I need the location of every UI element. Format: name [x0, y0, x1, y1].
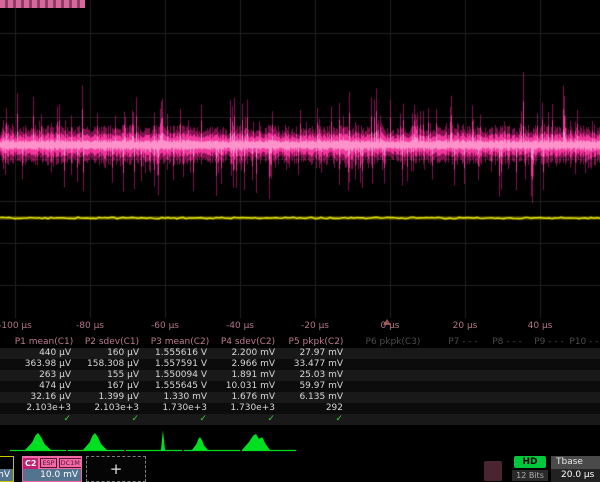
time-axis-label: -40 µs: [226, 321, 254, 331]
param-header-inactive[interactable]: P6 pkpk(C3): [358, 337, 428, 348]
status-check-icon: ✓: [146, 414, 207, 425]
channel-descriptor-c2[interactable]: C2 ESP DC1M 10.0 mV: [22, 456, 82, 482]
param-header-p1[interactable]: P1 mean(C1): [10, 337, 78, 348]
param-header-p5[interactable]: P5 pkpk(C2): [282, 337, 350, 348]
stat-value: 2.200 mV: [214, 348, 275, 359]
bit-depth-label: 12 Bits: [512, 470, 548, 481]
histicon-p5[interactable]: [242, 434, 296, 451]
status-check-icon: ✓: [214, 414, 275, 425]
add-channel-button[interactable]: +: [86, 456, 146, 482]
stat-value: 440 µV: [10, 348, 71, 359]
stat-value: 2.103e+3: [78, 403, 139, 414]
timebase-label: Tbase: [551, 456, 600, 469]
stat-value: 167 µV: [78, 381, 139, 392]
stat-value: 10.031 mV: [214, 381, 275, 392]
stat-value: 27.97 mV: [282, 348, 343, 359]
stat-value: 1.557591 V: [146, 359, 207, 370]
time-axis-label: 20 µs: [453, 321, 478, 331]
stat-value: 292: [282, 403, 343, 414]
histicon-p4[interactable]: [184, 437, 240, 451]
status-check-icon: ✓: [10, 414, 71, 425]
histicon-p3[interactable]: [126, 430, 182, 451]
stat-value: 1.730e+3: [214, 403, 275, 414]
measure-histicons: [0, 427, 600, 454]
stat-value: 59.97 mV: [282, 381, 343, 392]
param-header-p4[interactable]: P4 sdev(C2): [214, 337, 282, 348]
channel-c2-scale: 10.0 mV: [23, 469, 81, 481]
time-axis-label: -20 µs: [301, 321, 329, 331]
time-axis-label: -100 µs: [0, 321, 32, 331]
status-check-icon: ✓: [78, 414, 139, 425]
channel-c2-coupling-chip: DC1M: [59, 458, 81, 468]
stat-value: 155 µV: [78, 370, 139, 381]
stat-value: 1.550094 V: [146, 370, 207, 381]
oscilloscope-screen: { "header": { "partial_label": "" }, "tr…: [0, 0, 600, 480]
stat-value: 33.477 mV: [282, 359, 343, 370]
time-axis-label: 40 µs: [528, 321, 553, 331]
stat-value: 32.16 µV: [10, 392, 71, 403]
stat-value: 1.555616 V: [146, 348, 207, 359]
stat-value: 160 µV: [78, 348, 139, 359]
param-header-p3[interactable]: P3 mean(C2): [146, 337, 214, 348]
channel-c1-scale: 10.0 mV: [0, 469, 13, 481]
stat-value: 474 µV: [10, 381, 71, 392]
histicons-svg: [0, 427, 600, 454]
time-axis: -100 µs -80 µs -60 µs -40 µs -20 µs 0 µs 20 µs…: [0, 318, 600, 337]
status-check-icon: ✓: [282, 414, 343, 425]
histicon-p1[interactable]: [10, 433, 66, 451]
time-axis-label: -60 µs: [151, 321, 179, 331]
stat-value: 2.966 mV: [214, 359, 275, 370]
stat-value: 263 µV: [10, 370, 71, 381]
timebase-value: 20.0 µs: [551, 469, 600, 482]
hd-mode-badge[interactable]: HD: [514, 456, 546, 468]
channel-descriptor-c1[interactable]: C1 DC1M 10.0 mV: [0, 456, 14, 482]
descriptor-bar: C1 DC1M 10.0 mV C2 ESP DC1M 10.0 mV + HD…: [0, 455, 600, 480]
time-axis-label: -80 µs: [76, 321, 104, 331]
top-left-partial-label[interactable]: [0, 0, 85, 8]
param-header-inactive[interactable]: P: [592, 337, 600, 348]
stat-value: 2.103e+3: [10, 403, 71, 414]
partial-trigger-box[interactable]: [484, 461, 502, 481]
timebase-box[interactable]: Tbase 20.0 µs: [551, 456, 600, 482]
stat-value: 158.308 µV: [78, 359, 139, 370]
stat-value: 6.135 mV: [282, 392, 343, 403]
waveform-display: [0, 0, 600, 318]
stat-value: 1.330 mV: [146, 392, 207, 403]
stat-value: 363.98 µV: [10, 359, 71, 370]
param-header-p2[interactable]: P2 sdev(C1): [78, 337, 146, 348]
measure-table: P1 mean(C1)P2 sdev(C1)P3 mean(C2)P4 sdev…: [0, 337, 600, 427]
time-axis-label: 0 µs: [380, 321, 399, 331]
stat-value: 1.676 mV: [214, 392, 275, 403]
stat-value: 1.891 mV: [214, 370, 275, 381]
stat-value: 1.399 µV: [78, 392, 139, 403]
stat-value: 1.555645 V: [146, 381, 207, 392]
histicon-p2[interactable]: [68, 433, 124, 451]
stat-value: 1.730e+3: [146, 403, 207, 414]
channel-c2-esp-chip: ESP: [40, 458, 56, 468]
stat-value: 25.03 mV: [282, 370, 343, 381]
channel-c2-label: C2: [23, 458, 38, 469]
